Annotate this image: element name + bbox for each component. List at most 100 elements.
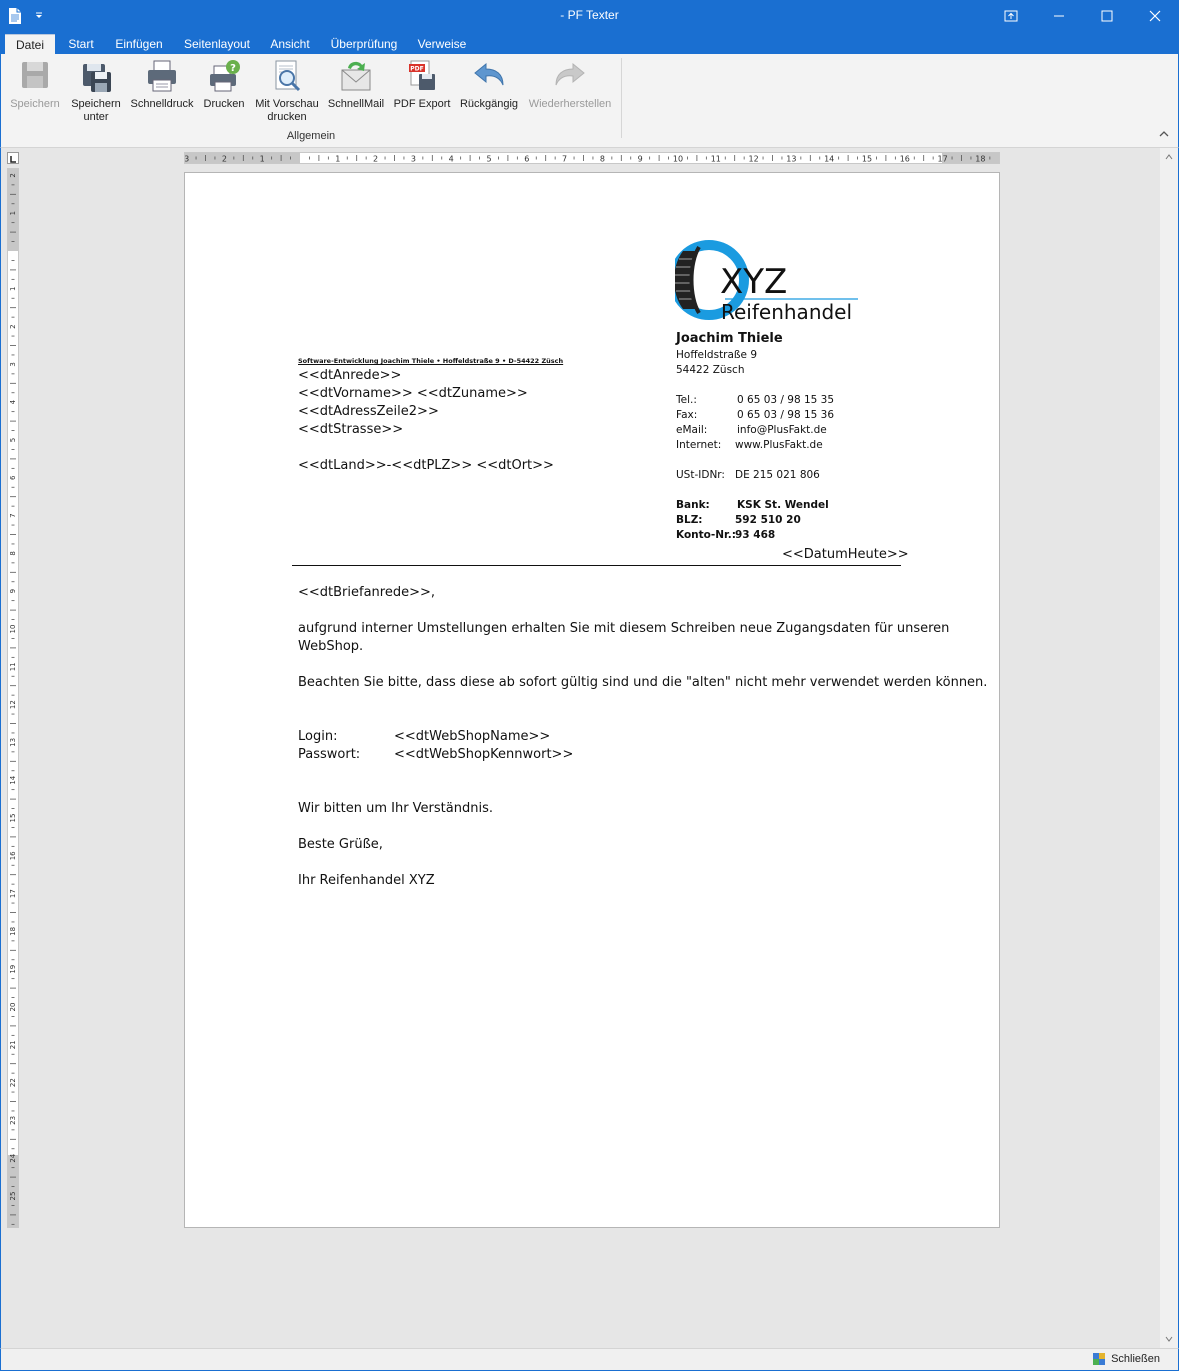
tab-einfuegen[interactable]: Einfügen — [109, 34, 169, 54]
tab-start[interactable]: Start — [59, 34, 103, 54]
tab-ueberpruefung[interactable]: Überprüfung — [325, 34, 403, 54]
ruler-label: 8 — [9, 551, 17, 555]
quick-mail-button[interactable]: SchnellMail — [327, 58, 385, 111]
close-document-button[interactable]: Schließen — [1092, 1352, 1160, 1366]
sender-street: Hoffeldstraße 9 — [676, 349, 758, 361]
ruler-label: 22 — [9, 1078, 17, 1087]
title-bar: - PF Texter — [0, 0, 1179, 32]
quick-print-label: Schnelldruck — [130, 98, 194, 110]
email-label: eMail: — [676, 424, 708, 436]
save-as-button[interactable]: Speichern unter — [67, 58, 125, 124]
ruler-label: 17 — [938, 155, 948, 164]
undo-button[interactable]: Rückgängig — [457, 58, 521, 111]
vertical-scrollbar[interactable] — [1160, 148, 1178, 1348]
ruler-label: 11 — [9, 662, 17, 671]
print-button[interactable]: ? Drucken — [199, 58, 249, 111]
ruler-label: 7 — [9, 513, 17, 517]
sender-name: Joachim Thiele — [676, 331, 783, 346]
sender-line: Software-Entwicklung Joachim Thiele • Ho… — [298, 357, 564, 365]
address-line: <<dtAdressZeile2>> — [298, 404, 439, 419]
print-preview-label-2: drucken — [267, 111, 307, 123]
pdf-export-label: PDF Export — [393, 98, 451, 110]
bank-label: Bank: — [676, 499, 710, 511]
close-button[interactable] — [1131, 0, 1179, 32]
vat-value: DE 215 021 806 — [735, 469, 820, 481]
bank-value: KSK St. Wendel — [737, 499, 829, 511]
tel-label: Tel.: — [676, 394, 697, 406]
web-row: Internet: www.PlusFakt.de — [676, 438, 834, 453]
horizontal-ruler[interactable]: 3 2 1 1 2 3 4 5 6 7 8 9 10 11 12 13 14 15 16 17 18 — [184, 152, 1000, 164]
save-button[interactable]: Speichern — [7, 58, 63, 111]
ruler-label: 10 — [673, 155, 683, 164]
ruler-label: 2 — [9, 324, 17, 328]
ruler-label: 16 — [900, 155, 910, 164]
password-value: <<dtWebShopKennwort>> — [394, 747, 574, 762]
email-value: info@PlusFakt.de — [737, 424, 827, 436]
fax-value: 0 65 03 / 98 15 36 — [737, 409, 835, 421]
ribbon-group-separator — [621, 58, 622, 138]
konto-value: 93 468 — [735, 529, 776, 541]
close-document-label: Schließen — [1111, 1353, 1160, 1365]
ruler-label: 13 — [786, 155, 796, 164]
pdf-export-button[interactable]: PDF PDF Export — [391, 58, 453, 111]
ribbon-tabs: Datei Start Einfügen Seitenlayout Ansich… — [0, 32, 1179, 54]
recipient-address: <<dtAnrede>> <<dtVorname>> <<dtZuname>> … — [298, 367, 554, 475]
address-line: <<dtAnrede>> — [298, 368, 402, 383]
konto-label: Konto-Nr.: — [676, 529, 736, 541]
web-label: Internet: — [676, 439, 722, 451]
ruler-label: 6 — [9, 475, 17, 480]
signature: Ihr Reifenhandel XYZ — [298, 873, 435, 888]
horizontal-ruler-ticks: 3 2 1 1 2 3 4 5 6 7 8 9 10 11 12 13 14 15 16 17 18 — [185, 155, 991, 164]
ruler-label: 17 — [9, 889, 17, 898]
ribbon: Speichern Speichern unter Schnelldruck ?… — [0, 54, 1179, 148]
company-logo: XYZ Reifenhandel — [675, 240, 858, 321]
tab-seitenlayout[interactable]: Seitenlayout — [175, 34, 259, 54]
closing-2: Beste Grüße, — [298, 837, 383, 852]
ruler-label: 7 — [562, 155, 567, 164]
ruler-label: 4 — [9, 399, 17, 404]
login-row: Login: <<dtWebShopName>> — [298, 728, 550, 746]
save-icon — [22, 62, 48, 88]
konto-row: Konto-Nr.:93 468 — [676, 528, 834, 543]
vat-label: USt-IDNr: — [676, 469, 725, 481]
ruler-label: 23 — [9, 1116, 17, 1125]
tab-datei[interactable]: Datei — [5, 34, 55, 54]
collapse-ribbon-icon[interactable] — [1158, 128, 1170, 140]
print-preview-button[interactable]: Mit Vorschau drucken — [253, 58, 321, 124]
password-row: Passwort: <<dtWebShopKennwort>> — [298, 746, 573, 764]
vat-row: USt-IDNr: DE 215 021 806 — [676, 468, 834, 483]
scroll-up-icon[interactable] — [1164, 152, 1174, 162]
ruler-label: 16 — [9, 851, 17, 860]
mail-icon — [341, 61, 371, 91]
address-line: <<dtVorname>> <<dtZuname>> — [298, 386, 528, 401]
tab-verweise[interactable]: Verweise — [412, 34, 472, 54]
ruler-label: 12 — [9, 700, 17, 709]
ruler-label: 1 — [9, 287, 17, 291]
maximize-button[interactable] — [1083, 0, 1131, 32]
paragraph-2: Beachten Sie bitte, dass diese ab sofort… — [298, 675, 988, 690]
ruler-label: 1 — [260, 155, 265, 164]
undo-icon — [474, 62, 504, 86]
exit-icon — [1093, 1353, 1106, 1365]
ribbon-display-button[interactable] — [987, 0, 1035, 32]
svg-text:?: ? — [230, 63, 236, 74]
password-label: Passwort: — [298, 747, 361, 762]
minimize-button[interactable] — [1035, 0, 1083, 32]
svg-text:PDF: PDF — [410, 66, 423, 73]
close-icon — [1149, 10, 1161, 22]
document-page[interactable]: XYZ Reifenhandel Software-Entwicklung Jo… — [184, 172, 1000, 1228]
save-as-label-1: Speichern — [71, 98, 121, 110]
vertical-ruler[interactable]: 2 1 1 2 3 4 5 6 7 8 9 10 11 12 13 14 15 16 17 18 19 20 21 22 23 2… — [7, 168, 19, 1228]
tab-stop-selector[interactable] — [7, 152, 19, 164]
letter-date: <<DatumHeute>> — [782, 547, 909, 562]
quick-print-button[interactable]: Schnelldruck — [129, 58, 195, 111]
status-bar: Schließen — [0, 1348, 1179, 1371]
ruler-label: 3 — [185, 155, 189, 164]
paragraph-1-line-1: aufgrund interner Umstellungen erhalten … — [298, 621, 950, 636]
maximize-icon — [1101, 10, 1113, 22]
closing-1: Wir bitten um Ihr Verständnis. — [298, 801, 493, 816]
tab-ansicht[interactable]: Ansicht — [264, 34, 316, 54]
scroll-down-icon[interactable] — [1164, 1334, 1174, 1344]
fax-row: Fax: 0 65 03 / 98 15 36 — [676, 408, 834, 423]
redo-button[interactable]: Wiederherstellen — [525, 58, 615, 111]
